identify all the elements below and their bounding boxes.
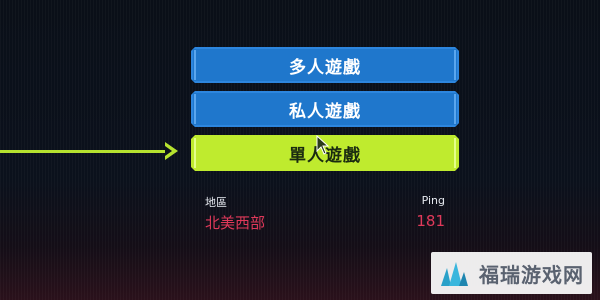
region-label: 地區	[205, 196, 227, 209]
server-info-values: 北美西部 181	[205, 210, 445, 233]
selection-arrow-line	[0, 150, 170, 153]
multiplayer-button-label: 多人遊戲	[289, 57, 361, 78]
server-info-labels: 地區 Ping	[205, 194, 445, 210]
private-game-button-label: 私人遊戲	[289, 101, 361, 122]
main-menu: 多人遊戲 私人遊戲 單人遊戲	[191, 47, 459, 179]
watermark-text: 福瑞游戏网	[479, 262, 584, 287]
multiplayer-button[interactable]: 多人遊戲	[191, 47, 459, 83]
mouse-cursor-icon	[316, 135, 330, 155]
ping-value: 181	[416, 212, 445, 230]
server-info: 地區 Ping 北美西部 181	[205, 194, 445, 233]
ping-label: Ping	[421, 194, 445, 207]
watermark-logo-icon	[441, 262, 468, 286]
private-game-button[interactable]: 私人遊戲	[191, 91, 459, 127]
region-value[interactable]: 北美西部	[205, 212, 265, 233]
site-watermark: 福瑞游戏网	[431, 252, 592, 294]
selection-arrow-icon-inner	[165, 146, 172, 156]
